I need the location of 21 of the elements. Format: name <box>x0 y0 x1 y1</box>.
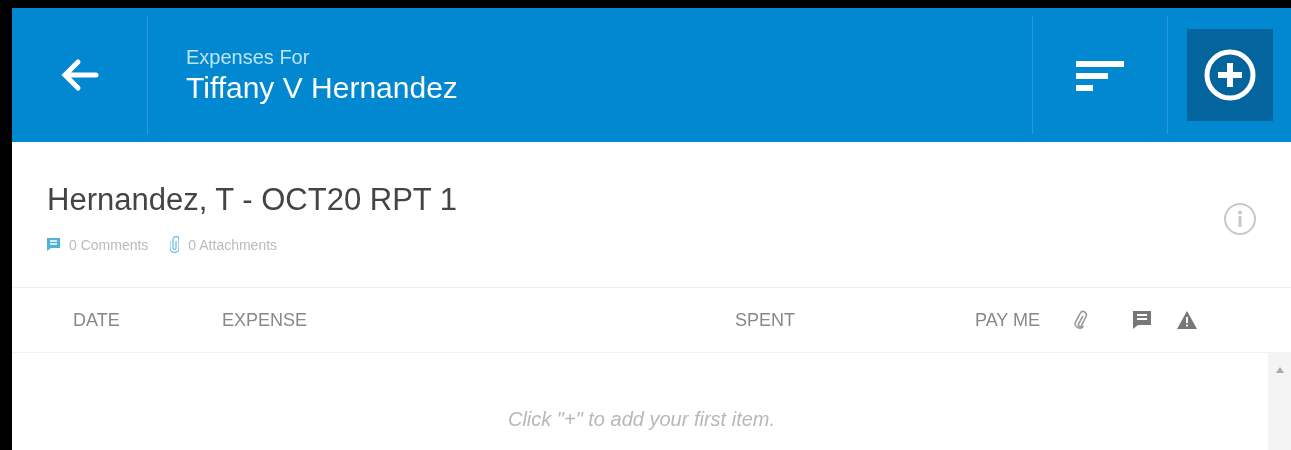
comment-icon <box>47 238 60 251</box>
paperclip-icon <box>170 236 180 253</box>
column-header[interactable]: DATE <box>73 309 120 331</box>
comments-count[interactable]: 0 Comments <box>69 236 149 253</box>
header-subtitle: Expenses For <box>186 45 311 69</box>
comment-icon <box>1133 311 1151 329</box>
scrollbar[interactable] <box>1268 353 1291 450</box>
paperclip-icon <box>1074 310 1088 330</box>
column-header[interactable]: EXPENSE <box>222 309 308 331</box>
empty-message: Click "+" to add your first item. <box>507 408 776 432</box>
report-title: Hernandez, T - OCT20 RPT 1 <box>47 182 459 218</box>
back-arrow-icon <box>59 58 100 92</box>
column-header[interactable]: SPENT <box>735 309 795 331</box>
column-header[interactable]: PAY ME <box>975 309 1041 331</box>
add-button[interactable] <box>1186 29 1273 121</box>
warning-icon <box>1177 311 1197 329</box>
sort-button[interactable] <box>1032 16 1168 134</box>
attachments-count[interactable]: 0 Attachments <box>188 236 278 253</box>
header-title: Tiffany V Hernandez <box>186 70 459 105</box>
scroll-up-icon[interactable] <box>1275 367 1284 373</box>
info-icon[interactable] <box>1223 201 1257 236</box>
